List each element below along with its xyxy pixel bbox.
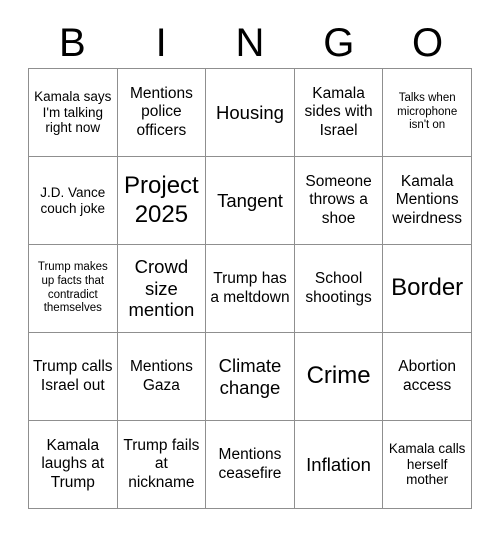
bingo-cell-label: Mentions Gaza (129, 358, 193, 394)
bingo-cell-g5[interactable]: Inflation (294, 421, 384, 509)
bingo-header: B I N G O (28, 18, 472, 68)
bingo-header-letter-g: G (323, 21, 355, 65)
bingo-cell-label: Housing (216, 101, 284, 123)
bingo-cell-label: Someone throws a shoe (305, 173, 372, 227)
bingo-cell-label: J.D. Vance couch joke (40, 184, 106, 216)
bingo-row: Kamala laughs at Trump Trump fails at ni… (29, 421, 472, 509)
bingo-card: B I N G O Kamala says I'm talking right … (28, 18, 472, 509)
bingo-cell-o2[interactable]: Kamala Mentions weirdness (383, 157, 472, 245)
bingo-cell-b3[interactable]: Trump makes up facts that contradict the… (29, 245, 118, 333)
bingo-cell-i2[interactable]: Project 2025 (117, 157, 207, 245)
bingo-cell-n3[interactable]: Trump has a meltdown (206, 245, 295, 333)
bingo-cell-label: Kamala calls herself mother (388, 440, 466, 488)
bingo-cell-label: Abortion access (398, 358, 457, 394)
bingo-header-letter-o: O (412, 21, 444, 65)
bingo-cell-label: Mentions police officers (129, 85, 193, 139)
bingo-row: Trump makes up facts that contradict the… (29, 245, 472, 333)
bingo-cell-o3[interactable]: Border (383, 245, 472, 333)
bingo-cell-g2[interactable]: Someone throws a shoe (294, 157, 384, 245)
bingo-row: Trump calls Israel out Mentions Gaza Cli… (29, 333, 472, 421)
bingo-cell-n4[interactable]: Climate change (206, 333, 295, 421)
bingo-grid: Kamala says I'm talking right now Mentio… (28, 68, 472, 509)
bingo-cell-i3[interactable]: Crowd size mention (117, 245, 207, 333)
bingo-cell-i4[interactable]: Mentions Gaza (117, 333, 207, 421)
bingo-cell-label: Crime (306, 362, 371, 390)
bingo-cell-o1[interactable]: Talks when microphone isn't on (383, 69, 472, 157)
bingo-cell-label: Trump fails at nickname (123, 437, 200, 491)
bingo-cell-label: Trump makes up facts that contradict the… (37, 261, 108, 315)
bingo-cell-o5[interactable]: Kamala calls herself mother (383, 421, 472, 509)
bingo-cell-b4[interactable]: Trump calls Israel out (29, 333, 118, 421)
bingo-cell-label: Trump calls Israel out (33, 358, 113, 394)
bingo-header-letter-b: B (59, 21, 86, 65)
bingo-cell-b2[interactable]: J.D. Vance couch joke (29, 157, 118, 245)
bingo-cell-b1[interactable]: Kamala says I'm talking right now (29, 69, 118, 157)
bingo-header-letter-i: I (155, 21, 167, 65)
bingo-cell-label: Inflation (306, 453, 371, 475)
bingo-cell-label: Tangent (217, 189, 283, 211)
bingo-cell-label: Kamala laughs at Trump (41, 437, 105, 491)
bingo-cell-g1[interactable]: Kamala sides with Israel (294, 69, 384, 157)
bingo-cell-i5[interactable]: Trump fails at nickname (117, 421, 207, 509)
bingo-cell-label: Climate change (218, 354, 282, 398)
bingo-header-letter-n: N (235, 21, 265, 65)
bingo-cell-label: Border (391, 274, 464, 302)
bingo-cell-label: Trump has a meltdown (210, 270, 290, 306)
bingo-row: J.D. Vance couch joke Project 2025 Tange… (29, 157, 472, 245)
bingo-cell-o4[interactable]: Abortion access (383, 333, 472, 421)
bingo-cell-n2[interactable]: Tangent (206, 157, 295, 245)
bingo-cell-label: School shootings (305, 270, 372, 306)
bingo-cell-n5[interactable]: Mentions ceasefire (206, 421, 295, 509)
bingo-row: Kamala says I'm talking right now Mentio… (29, 69, 472, 157)
bingo-cell-g3[interactable]: School shootings (294, 245, 384, 333)
bingo-cell-label: Crowd size mention (128, 255, 195, 321)
bingo-cell-g4[interactable]: Crime (294, 333, 384, 421)
bingo-cell-i1[interactable]: Mentions police officers (117, 69, 207, 157)
bingo-cell-b5[interactable]: Kamala laughs at Trump (29, 421, 118, 509)
bingo-cell-label: Talks when microphone isn't on (397, 92, 458, 132)
bingo-cell-label: Project 2025 (124, 172, 199, 228)
bingo-cell-label: Mentions ceasefire (218, 446, 282, 482)
bingo-cell-label: Kamala says I'm talking right now (34, 88, 112, 136)
bingo-cell-n1[interactable]: Housing (206, 69, 295, 157)
bingo-cell-label: Kamala Mentions weirdness (392, 173, 463, 227)
bingo-cell-label: Kamala sides with Israel (304, 85, 373, 139)
